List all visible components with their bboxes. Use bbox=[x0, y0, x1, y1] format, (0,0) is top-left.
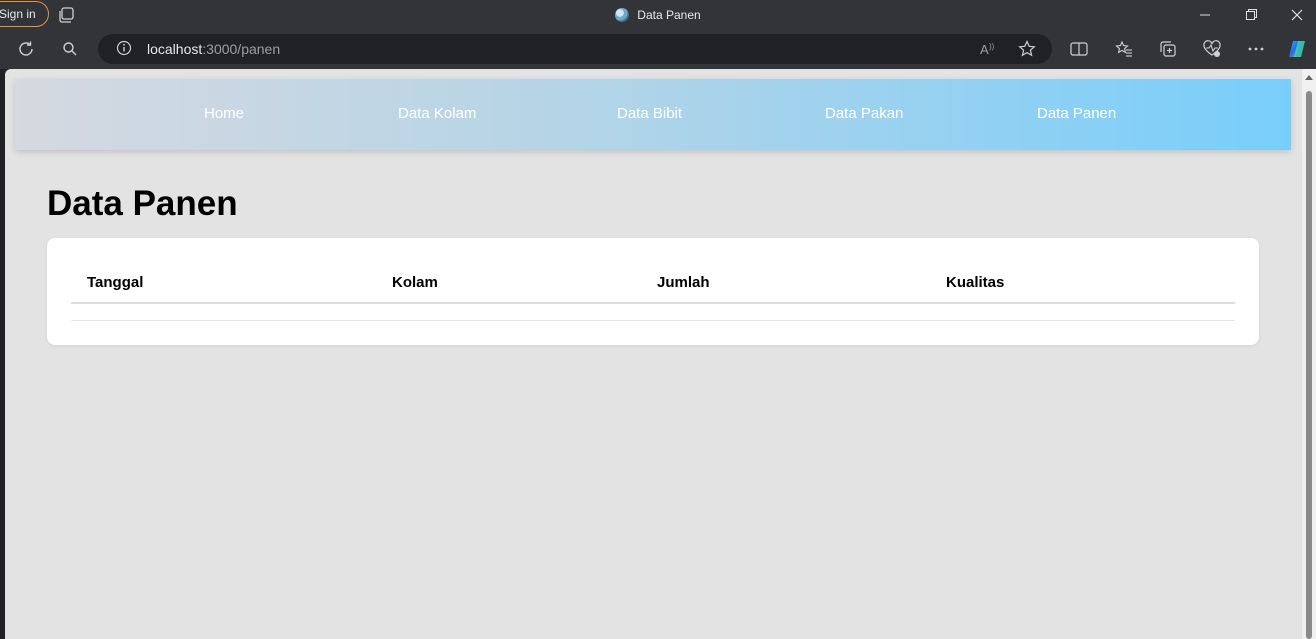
more-icon[interactable] bbox=[1244, 37, 1268, 61]
search-icon[interactable] bbox=[58, 37, 82, 61]
collections-icon[interactable] bbox=[1156, 37, 1180, 61]
favorites-icon[interactable] bbox=[1112, 37, 1136, 61]
workspaces-icon[interactable] bbox=[58, 6, 76, 24]
table-card: Tanggal Kolam Jumlah Kualitas bbox=[47, 238, 1259, 345]
nav-link-data-panen[interactable]: Data Panen bbox=[1037, 105, 1116, 122]
restore-icon[interactable] bbox=[1228, 0, 1274, 29]
close-icon[interactable] bbox=[1274, 0, 1316, 29]
site-info-icon[interactable] bbox=[116, 40, 132, 56]
refresh-icon[interactable] bbox=[14, 37, 38, 61]
browser-title-bar: Sign in Data Panen bbox=[0, 0, 1316, 29]
tab-title: Data Panen bbox=[637, 7, 701, 22]
split-screen-icon[interactable] bbox=[1067, 37, 1091, 61]
scroll-up-arrow-icon[interactable] bbox=[1305, 75, 1313, 80]
copilot-icon[interactable] bbox=[1286, 37, 1310, 61]
active-tab[interactable]: Data Panen bbox=[615, 0, 701, 29]
page-viewport: Home Data Kolam Data Bibit Data Pakan Da… bbox=[5, 69, 1302, 639]
top-navbar: Home Data Kolam Data Bibit Data Pakan Da… bbox=[15, 79, 1291, 150]
browser-toolbar: localhost:3000/panen A)) bbox=[0, 29, 1316, 69]
favorite-star-icon[interactable] bbox=[1015, 37, 1039, 61]
nav-link-data-bibit[interactable]: Data Bibit bbox=[617, 105, 682, 122]
svg-text:)): )) bbox=[989, 42, 995, 51]
vertical-scrollbar[interactable] bbox=[1302, 69, 1316, 639]
table-body-divider bbox=[71, 320, 1235, 321]
nav-link-data-pakan[interactable]: Data Pakan bbox=[825, 105, 903, 122]
column-header-kolam: Kolam bbox=[392, 274, 438, 291]
column-header-kualitas: Kualitas bbox=[946, 274, 1005, 291]
table-header-divider bbox=[71, 302, 1235, 304]
nav-link-home[interactable]: Home bbox=[204, 105, 244, 122]
minimize-icon[interactable] bbox=[1182, 0, 1228, 29]
column-header-tanggal: Tanggal bbox=[87, 274, 144, 291]
nav-link-data-kolam[interactable]: Data Kolam bbox=[398, 105, 476, 122]
url-text[interactable]: localhost:3000/panen bbox=[147, 41, 280, 57]
url-path: :3000/panen bbox=[202, 41, 281, 57]
url-host: localhost bbox=[147, 41, 203, 57]
column-header-jumlah: Jumlah bbox=[657, 274, 710, 291]
browser-essentials-icon[interactable] bbox=[1200, 37, 1224, 61]
scrollbar-thumb[interactable] bbox=[1306, 91, 1312, 639]
sign-in-button[interactable]: Sign in bbox=[0, 1, 49, 27]
read-aloud-icon[interactable]: A)) bbox=[976, 37, 1000, 61]
svg-text:A: A bbox=[980, 42, 989, 57]
page-title: Data Panen bbox=[47, 184, 238, 223]
favicon-icon bbox=[615, 7, 630, 22]
